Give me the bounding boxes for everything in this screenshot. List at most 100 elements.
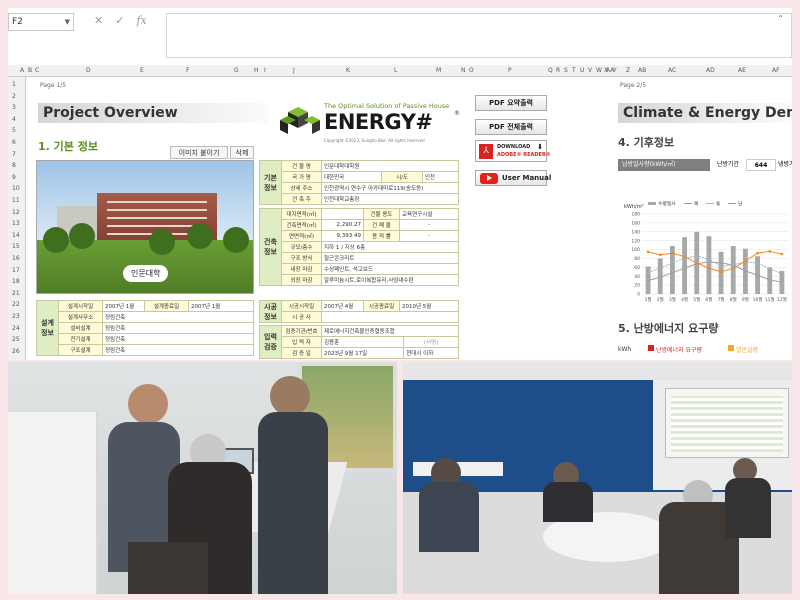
column-header[interactable]: D (86, 67, 91, 74)
row-header[interactable]: 7 (12, 151, 16, 158)
column-header[interactable]: A (20, 67, 24, 74)
value-use[interactable]: 교육연구시설 (399, 208, 459, 220)
column-header[interactable]: AD (706, 67, 715, 74)
value-exterior[interactable]: 알루미늄시트,로이복합유리,사암내수판 (321, 274, 459, 286)
column-header[interactable]: V (588, 67, 592, 74)
column-header[interactable]: AA (606, 67, 614, 74)
row-header[interactable]: 3 (12, 104, 16, 111)
point (707, 266, 711, 270)
column-header[interactable]: F (186, 67, 189, 74)
value-coverage[interactable]: - (399, 219, 459, 231)
column-header[interactable]: P (508, 67, 512, 74)
row-header[interactable]: 25 (12, 336, 20, 343)
pdf-all-button[interactable]: PDF 전체출력 (475, 119, 547, 135)
column-header[interactable]: T (572, 67, 576, 74)
collapse-icon[interactable]: ⌃ (777, 14, 784, 23)
check-icon[interactable]: ✓ (115, 14, 124, 27)
value-inputter[interactable]: 김용훈 (320, 336, 405, 348)
row-header[interactable]: 12 (12, 209, 20, 216)
column-header[interactable]: C (35, 67, 39, 74)
value-address[interactable]: 인천광역시 연수구 아카데미로119(송도동) (321, 182, 459, 194)
pdf-summary-button[interactable]: PDF 요약출력 (475, 95, 547, 111)
row-header[interactable]: 18 (12, 278, 20, 285)
chevron-down-icon[interactable]: ▼ (65, 14, 70, 30)
row-header[interactable]: 22 (12, 301, 20, 308)
value-mech-design[interactable]: 정림건축 (102, 322, 254, 334)
column-header[interactable]: Z (626, 67, 630, 74)
value-design-office[interactable]: 정림건축 (102, 311, 254, 323)
value-design-end[interactable]: 2007년 1월 (188, 300, 254, 312)
cancel-icon[interactable]: ✕ (94, 14, 103, 27)
insert-image-button[interactable]: 이미지 붙이기 (170, 146, 228, 159)
value-building-area[interactable]: 2,290.27 (321, 219, 364, 231)
row-header[interactable]: 14 (12, 232, 20, 239)
row-header[interactable]: 23 (12, 313, 20, 320)
column-header[interactable]: G (234, 67, 239, 74)
column-header[interactable]: M (436, 67, 441, 74)
name-box[interactable]: F2 ▼ (8, 13, 74, 31)
value-verifier[interactable]: 제로에너지건축물인증협동조합 (321, 325, 459, 337)
point (719, 270, 723, 274)
column-header[interactable]: Q (548, 67, 553, 74)
value-struct-design[interactable]: 정림건축 (102, 344, 254, 356)
value-design-start[interactable]: 2007년 1월 (102, 300, 145, 312)
value-structure[interactable]: 철근콘크리트 (321, 252, 459, 264)
column-header[interactable]: AF (772, 67, 780, 74)
row-header[interactable]: 2 (12, 93, 16, 100)
column-header[interactable]: E (140, 67, 144, 74)
heating-period-value[interactable]: 644 (746, 159, 776, 171)
value-interior[interactable]: 수성페인트, 석고보드 (321, 263, 459, 275)
value-const-end[interactable]: 2010년 5월 (399, 300, 459, 312)
row-header[interactable]: 13 (12, 220, 20, 227)
column-header[interactable]: I (264, 67, 266, 74)
value-owner[interactable]: 인천대학교총장 (321, 193, 459, 205)
value-const-start[interactable]: 2007년 4월 (321, 300, 364, 312)
value-country[interactable]: 대한민국 (320, 171, 383, 183)
column-header[interactable]: K (346, 67, 350, 74)
row-header[interactable]: 15 (12, 243, 20, 250)
value-floors[interactable]: 지하 1 / 지상 6층 (321, 241, 459, 253)
value-contractor[interactable] (321, 311, 459, 323)
user-manual-button[interactable]: User Manual (475, 170, 551, 186)
value-verify-date[interactable]: 2023년 9월 17일 (320, 347, 405, 359)
column-header[interactable]: R (556, 67, 560, 74)
row-header[interactable]: 16 (12, 255, 20, 262)
column-header[interactable]: AB (638, 67, 646, 74)
fx-icon[interactable]: fx (136, 14, 146, 27)
column-header[interactable]: B (28, 67, 32, 74)
row-header[interactable]: 17 (12, 267, 20, 274)
row-header[interactable]: 11 (12, 197, 20, 204)
row-header[interactable]: 6 (12, 139, 16, 146)
row-header[interactable]: 26 (12, 348, 20, 355)
value-site-area[interactable] (321, 208, 364, 220)
row-header[interactable]: 9 (12, 174, 16, 181)
column-header[interactable]: W (596, 67, 602, 74)
value-floor-area[interactable]: 9,393.49 (321, 230, 364, 242)
column-header[interactable]: S (564, 67, 568, 74)
column-header[interactable]: U (580, 67, 584, 74)
value-building-name[interactable]: 인문대학대학원 (321, 160, 459, 172)
column-header[interactable]: O (469, 67, 474, 74)
value-signature[interactable]: (서명) (403, 336, 459, 348)
value-verify-note[interactable]: 현대시 이하 (403, 347, 459, 359)
value-city[interactable]: 인천 (421, 171, 460, 183)
column-header[interactable]: H (254, 67, 259, 74)
row-header[interactable]: 8 (12, 162, 16, 169)
adobe-reader-button[interactable]: ⅄ DOWNLOAD ADOBE® READER® ⬇ (475, 140, 551, 162)
row-header[interactable]: 5 (12, 127, 16, 134)
row-header[interactable]: 21 (12, 290, 20, 297)
column-header[interactable]: L (394, 67, 397, 74)
column-header[interactable]: AC (668, 67, 676, 74)
value-elec-design[interactable]: 정림건축 (102, 333, 254, 345)
column-header[interactable]: AE (738, 67, 746, 74)
row-header[interactable]: 1 (12, 81, 16, 88)
column-header[interactable]: N (461, 67, 466, 74)
column-header[interactable]: J (293, 67, 295, 74)
row-header[interactable]: 10 (12, 185, 20, 192)
value-far[interactable]: - (399, 230, 459, 242)
formula-input[interactable] (166, 13, 792, 58)
delete-button[interactable]: 삭제 (230, 146, 254, 159)
row-header[interactable]: 4 (12, 116, 16, 123)
row-header[interactable]: 24 (12, 325, 20, 332)
y-tick-label: 60 (634, 265, 640, 271)
